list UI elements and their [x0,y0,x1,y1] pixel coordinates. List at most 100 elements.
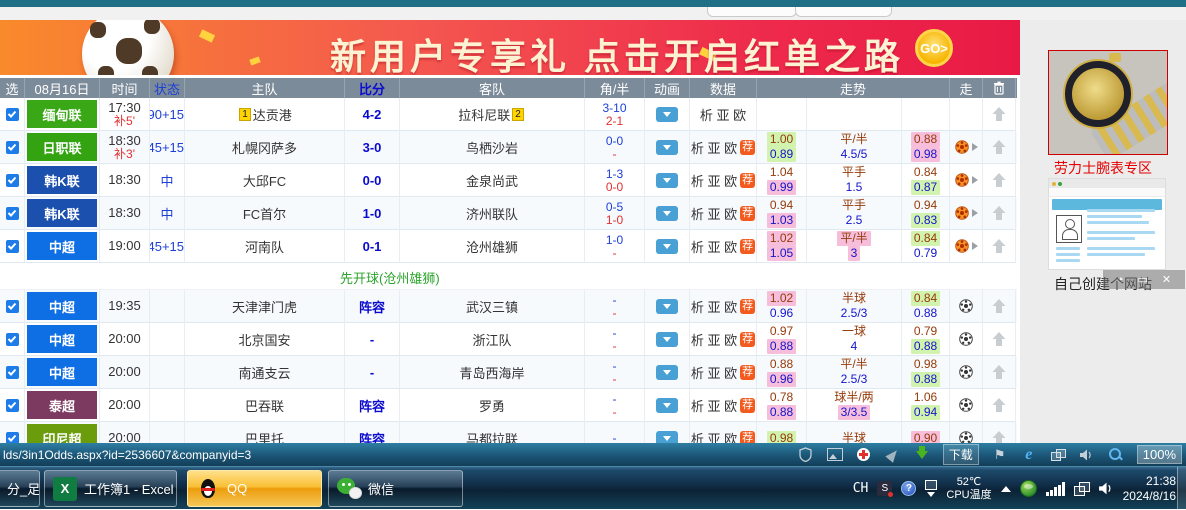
home-team-link[interactable]: 天津津门虎 [185,290,345,323]
download-button[interactable]: 下载 [943,444,979,465]
data-links[interactable]: 析 亚 欧荐 [690,356,757,389]
health-ball-icon[interactable] [856,447,872,463]
website-ad-image[interactable] [1048,178,1166,270]
cpu-temp-indicator[interactable]: 52℃ CPU温度 [946,476,991,502]
taskbar-button-qq[interactable]: QQ [187,470,322,507]
row-checkbox[interactable] [6,207,19,220]
show-hidden-icons[interactable] [1001,486,1011,492]
taskbar-button-excel[interactable]: X 工作簿1 - Excel [44,470,177,507]
banner-go-button[interactable]: GO> [915,29,953,67]
walk-cell[interactable] [950,131,983,164]
move-up-button[interactable] [983,98,1016,131]
away-team-link[interactable]: 青岛西海岸 [400,356,585,389]
home-team-link[interactable]: 札幌冈萨多 [185,131,345,164]
row-checkbox[interactable] [6,300,19,313]
move-up-button[interactable] [983,230,1016,263]
walk-cell[interactable] [950,230,983,263]
signal-bars-icon[interactable] [1046,482,1065,496]
home-team-link[interactable]: 河南队 [185,230,345,263]
data-links[interactable]: 析 亚 欧荐 [690,389,757,422]
show-desktop-button[interactable] [1177,467,1186,510]
promo-banner[interactable]: 新用户专享礼 点击开启红单之路 GO> [0,20,1020,75]
data-links[interactable]: 析 亚 欧荐 [690,164,757,197]
animation-button[interactable] [656,173,678,188]
taskbar-button-browser[interactable]: 分_足... [0,470,40,507]
rocket-icon[interactable] [885,447,901,463]
ad-close-icon[interactable]: ✕ [1162,273,1171,286]
language-indicator[interactable]: CH [853,481,869,496]
walk-cell[interactable] [950,197,983,230]
taskbar-button-wechat[interactable]: 微信 [328,470,463,507]
away-team-link[interactable]: 浙江队 [400,323,585,356]
animation-button[interactable] [656,206,678,221]
recommend-badge[interactable]: 荐 [740,140,755,155]
restore-window-icon[interactable] [925,480,937,490]
tab-stub[interactable] [795,7,892,17]
move-up-button[interactable] [983,197,1016,230]
animation-button[interactable] [656,107,678,122]
windows-icon[interactable] [1050,447,1066,463]
data-links[interactable]: 析 亚 欧荐 [690,230,757,263]
animation-button[interactable] [656,239,678,254]
away-team-link[interactable]: 武汉三镇 [400,290,585,323]
row-checkbox[interactable] [6,141,19,154]
snapshot-icon[interactable] [827,447,843,463]
header-delete[interactable] [983,78,1016,98]
walk-cell[interactable] [950,98,983,131]
walk-cell[interactable] [950,290,983,323]
away-team-link[interactable]: 拉科尼联2 [400,98,585,131]
ie-icon[interactable]: e [1021,447,1037,463]
move-up-button[interactable] [983,356,1016,389]
walk-cell[interactable] [950,164,983,197]
rolex-ad-label[interactable]: 劳力士腕表专区 [1020,158,1186,178]
row-checkbox[interactable] [6,366,19,379]
move-up-button[interactable] [983,290,1016,323]
move-up-button[interactable] [983,323,1016,356]
download-arrow-icon[interactable] [914,447,930,463]
recommend-badge[interactable]: 荐 [740,299,755,314]
antivirus-tray-icon[interactable] [1020,480,1037,497]
away-team-link[interactable]: 沧州雄狮 [400,230,585,263]
ad-resize-icon[interactable]: ▭ [1138,273,1148,286]
ad-info-icon[interactable]: ◔ [1117,274,1124,286]
row-checkbox[interactable] [6,174,19,187]
move-up-button[interactable] [983,164,1016,197]
data-links[interactable]: 析 亚 欧 [690,98,757,131]
home-team-link[interactable]: 北京国安 [185,323,345,356]
recommend-badge[interactable]: 荐 [740,332,755,347]
recommend-badge[interactable]: 荐 [740,206,755,221]
data-links[interactable]: 析 亚 欧荐 [690,197,757,230]
flag-icon[interactable]: ⚑ [992,447,1008,463]
tray-dropdown-icon[interactable] [927,492,935,497]
away-team-link[interactable]: 罗勇 [400,389,585,422]
row-checkbox[interactable] [6,333,19,346]
magnifier-icon[interactable] [1108,447,1124,463]
animation-button[interactable] [656,365,678,380]
home-team-link[interactable]: 南通支云 [185,356,345,389]
animation-button[interactable] [656,299,678,314]
walk-cell[interactable] [950,389,983,422]
data-links[interactable]: 析 亚 欧荐 [690,323,757,356]
network-tray-icon[interactable] [1074,482,1089,495]
shield-icon[interactable] [798,447,814,463]
home-team-link[interactable]: 1达贡港 [185,98,345,131]
animation-button[interactable] [656,398,678,413]
away-team-link[interactable]: 鸟栖沙岩 [400,131,585,164]
home-team-link[interactable]: FC首尔 [185,197,345,230]
data-links[interactable]: 析 亚 欧荐 [690,131,757,164]
row-checkbox[interactable] [6,108,19,121]
away-team-link[interactable]: 金泉尚武 [400,164,585,197]
help-tray-icon[interactable]: ? [901,481,916,496]
home-team-link[interactable]: 大邱FC [185,164,345,197]
recommend-badge[interactable]: 荐 [740,365,755,380]
row-checkbox[interactable] [6,240,19,253]
walk-cell[interactable] [950,323,983,356]
volume-tray-icon[interactable] [1098,481,1114,496]
animation-button[interactable] [656,332,678,347]
recommend-badge[interactable]: 荐 [740,398,755,413]
row-checkbox[interactable] [6,399,19,412]
home-team-link[interactable]: 巴吞联 [185,389,345,422]
move-up-button[interactable] [983,131,1016,164]
speaker-icon[interactable] [1079,447,1095,463]
data-links[interactable]: 析 亚 欧荐 [690,290,757,323]
